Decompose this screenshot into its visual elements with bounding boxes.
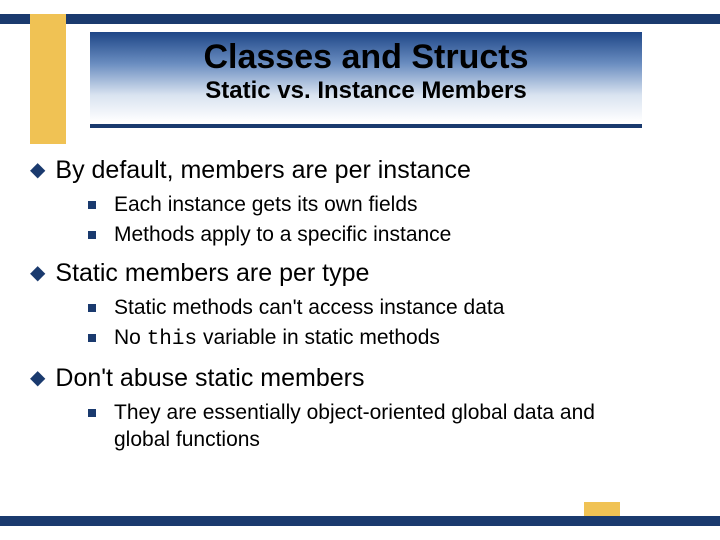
bullet-item: ◆ Static members are per type xyxy=(30,258,690,288)
square-bullet-icon xyxy=(88,304,96,312)
top-accent-bar xyxy=(0,14,720,24)
diamond-bullet-icon: ◆ xyxy=(30,258,45,288)
bullet-text: By default, members are per instance xyxy=(55,155,470,185)
square-bullet-icon xyxy=(88,409,96,417)
square-bullet-icon xyxy=(88,201,96,209)
title-underline xyxy=(90,124,642,128)
bullet-text: Static members are per type xyxy=(55,258,369,288)
bullet-text: Don't abuse static members xyxy=(55,363,364,393)
title-box: Classes and Structs Static vs. Instance … xyxy=(90,32,642,122)
slide-subtitle: Static vs. Instance Members xyxy=(90,77,642,105)
sub-bullet-text: They are essentially object-oriented glo… xyxy=(114,399,614,453)
sub-bullet-text: No this variable in static methods xyxy=(114,324,440,353)
sub-bullet-text: Static methods can't access instance dat… xyxy=(114,294,504,321)
square-bullet-icon xyxy=(88,334,96,342)
diamond-bullet-icon: ◆ xyxy=(30,363,45,393)
sub-bullet-item: They are essentially object-oriented glo… xyxy=(88,399,690,453)
sub-bullet-item: No this variable in static methods xyxy=(88,324,690,353)
bullet-item: ◆ Don't abuse static members xyxy=(30,363,690,393)
left-gold-accent xyxy=(30,14,66,144)
square-bullet-icon xyxy=(88,231,96,239)
bottom-accent-bar xyxy=(0,516,720,526)
bullet-item: ◆ By default, members are per instance xyxy=(30,155,690,185)
content-area: ◆ By default, members are per instance E… xyxy=(30,155,690,459)
diamond-bullet-icon: ◆ xyxy=(30,155,45,185)
sub-bullet-item: Static methods can't access instance dat… xyxy=(88,294,690,321)
sub-bullet-text: Methods apply to a specific instance xyxy=(114,221,451,248)
sub-bullet-text: Each instance gets its own fields xyxy=(114,191,418,218)
sub-bullet-item: Methods apply to a specific instance xyxy=(88,221,690,248)
sub-bullet-item: Each instance gets its own fields xyxy=(88,191,690,218)
slide-title: Classes and Structs xyxy=(90,38,642,77)
